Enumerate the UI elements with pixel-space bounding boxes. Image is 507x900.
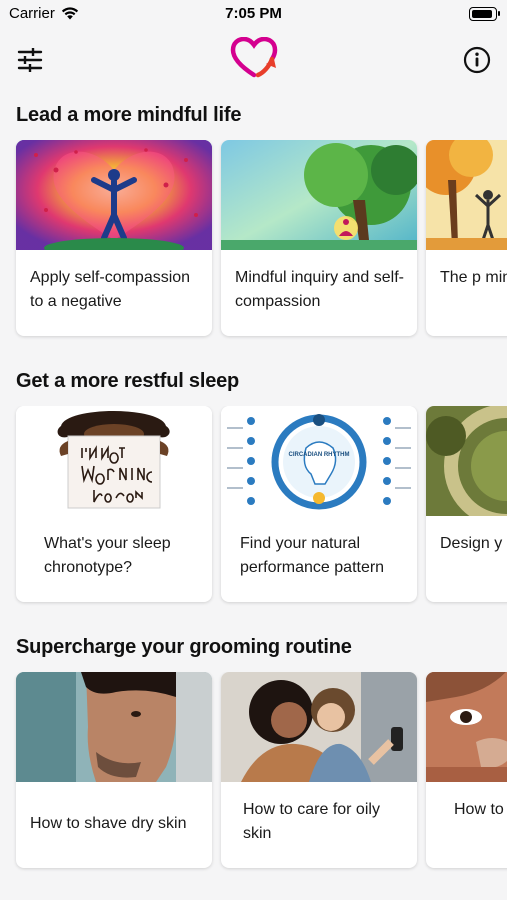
circadian-label: CIRCADIAN RHYTHM (289, 452, 350, 458)
info-icon[interactable] (462, 45, 492, 75)
card-title: The p mind (440, 269, 507, 286)
section-title: Lead a more mindful life (16, 104, 242, 126)
card-image-colorful-heart (16, 140, 212, 250)
card-image-friends-selfie (221, 672, 417, 782)
card-image-watercolor-tree (221, 140, 417, 250)
card-title: How to care for oily skin (243, 801, 380, 842)
card-carousel[interactable]: How to shave dry skin How to care for oi… (0, 672, 507, 872)
card-carousel[interactable]: Apply self-compassion to a negative Mind… (0, 140, 507, 340)
article-card[interactable]: How to shave dry skin (16, 672, 212, 868)
battery-icon (469, 7, 500, 21)
section-title: Supercharge your grooming routine (16, 636, 352, 658)
card-title: Design y match yo (440, 535, 507, 552)
article-card[interactable]: CIRCADIAN RHYTHM Find your natural perfo… (221, 406, 417, 602)
sliders-icon[interactable] (16, 46, 44, 74)
article-card[interactable]: What's your sleep chronotype? (16, 406, 212, 602)
card-title: How to shave dry skin (30, 815, 187, 832)
status-time: 7:05 PM (225, 5, 282, 22)
nav-bar (0, 30, 507, 90)
section-title: Get a more restful sleep (16, 370, 240, 392)
heart-refresh-logo[interactable] (230, 37, 278, 81)
card-image-autumn-tree (426, 140, 507, 250)
card-image-green-texture (426, 406, 507, 516)
article-card[interactable]: Design y match yo (426, 406, 507, 602)
status-bar: Carrier 7:05 PM (0, 0, 507, 30)
article-card[interactable]: The p mind (426, 140, 507, 336)
article-card[interactable]: Apply self-compassion to a negative (16, 140, 212, 336)
card-image-not-a-morning-person (16, 406, 212, 516)
article-card[interactable]: How to care for oily skin (221, 672, 417, 868)
card-image-face-closeup (426, 672, 507, 782)
card-image-circadian-rhythm: CIRCADIAN RHYTHM (221, 406, 417, 516)
card-title: Find your natural performance pattern (240, 535, 385, 576)
card-image-man-profile (16, 672, 212, 782)
card-carousel[interactable]: What's your sleep chronotype? CIRCADIAN … (0, 406, 507, 606)
card-title: Apply self-compassion to a negative (30, 269, 191, 310)
card-title: What's your sleep chronotype? (44, 535, 171, 576)
card-title: How to skin (454, 801, 507, 818)
article-card[interactable]: How to skin (426, 672, 507, 868)
card-title: Mindful inquiry and self-compassion (235, 269, 404, 310)
article-card[interactable]: Mindful inquiry and self-compassion (221, 140, 417, 336)
